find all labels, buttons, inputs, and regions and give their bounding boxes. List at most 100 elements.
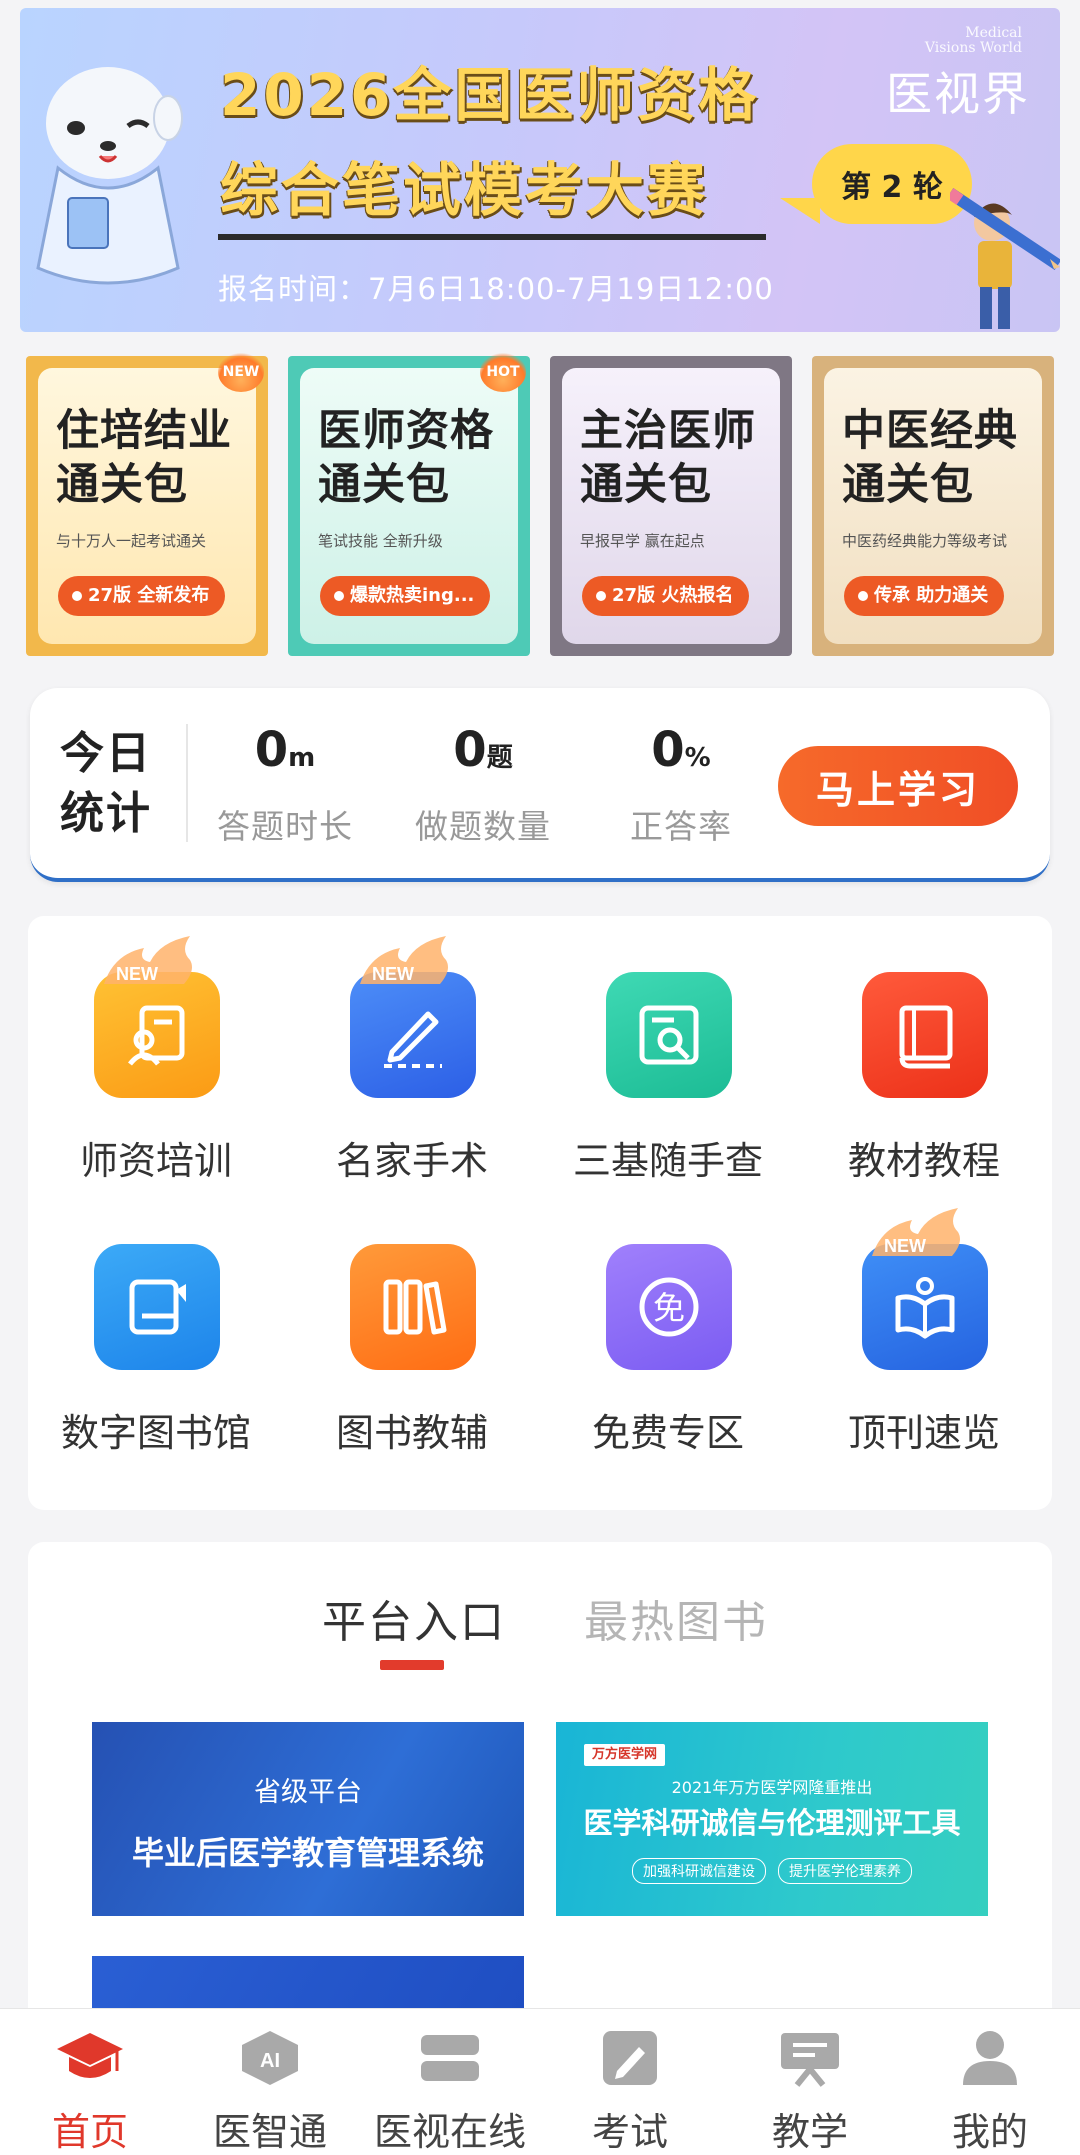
today-stats-title-line2: 统计 [60,788,152,839]
tab-hot-books[interactable]: 最热图书 [584,1586,768,1650]
exam-pack-list: 住培结业 通关包 与十万人一起考试通关 27版 全新发布 NEW 医师资格 通关… [26,352,1054,656]
feature-surgery[interactable]: NEW 名家手术 [284,916,540,1183]
stats-divider [186,724,188,842]
feature-label: 免费专区 [591,1411,744,1455]
pack-title-line2: 通关包 [318,460,450,510]
stat-rate-unit: % [684,743,711,773]
kid-with-pencil-icon [950,188,1060,329]
search-document-icon [606,972,732,1098]
pack-subtitle: 笔试技能 全新升级 [318,532,443,550]
new-badge-text: NEW [372,964,414,984]
seal-mascot-icon [36,67,183,285]
feature-label: 三基随手查 [572,1139,763,1183]
ai-icon: AI [242,2031,298,2085]
card-title: 医学科研诚信与伦理测评工具 [583,1806,961,1840]
brand-tagline-line2: Visions World [924,40,1022,56]
banner-title-line2: 综合笔试模考大赛 [220,156,709,224]
user-profile-icon [963,2031,1017,2085]
stat-duration: 0m 答题时长 [200,722,370,848]
feature-textbooks[interactable]: 教材教程 [796,916,1052,1183]
banner-title-line1: 2026全国医师资格 [220,61,760,129]
stat-accuracy: 0% 正答率 [596,722,766,848]
platform-card-research-integrity[interactable]: 万方医学网 2021年万方医学网隆重推出 医学科研诚信与伦理测评工具 加强科研诚… [556,1722,988,1916]
nav-item-ai[interactable]: AI 医智通 [180,2009,360,2155]
textbook-icon [862,972,988,1098]
app-home-page: Medical Visions World 医视界 2026全国医师资格 综合笔… [0,0,1080,2155]
card-subtitle: 省级平台 [254,1777,362,1808]
round-speech-bubble: 第 2 轮 [812,144,972,224]
pack-title-line1: 住培结业 [56,406,232,456]
nav-label: 医智通 [212,2110,327,2154]
stat-rate-label: 正答率 [630,807,732,846]
nav-item-teaching[interactable]: 教学 [720,2009,900,2155]
pack-card-residency[interactable]: 住培结业 通关包 与十万人一起考试通关 27版 全新发布 NEW [26,352,268,656]
pack-card-tcm-classics[interactable]: 中医经典 通关包 中医药经典能力等级考试 传承 助力通关 [812,356,1054,656]
mock-exam-banner[interactable]: Medical Visions World 医视界 2026全国医师资格 综合笔… [20,8,1060,332]
pack-pill-button[interactable]: 传承 助力通关 [844,576,1005,616]
feature-digital-library[interactable]: 数字图书馆 [28,1188,284,1455]
pack-card-body: 医师资格 通关包 笔试技能 全新升级 爆款热卖ing... [300,368,518,644]
nav-label: 首页 [51,2110,128,2154]
pack-title-line2: 通关包 [842,460,974,510]
stat-question-count: 0题 做题数量 [398,722,568,848]
free-zone-icon: 免 [606,1244,732,1370]
brand-logo: 医视界 [886,67,1030,121]
banner-registration-date: 报名时间：7月6日18:00-7月19日12:00 [218,272,774,306]
pack-title-line1: 医师资格 [318,406,494,456]
card-chip-row: 加强科研诚信建设 提升医学伦理素养 [556,1858,988,1884]
feature-grid: NEW 师资培训 NEW 名家手术 三基随手查 教材教程 数字图书馆 图书教辅 … [28,916,1052,1510]
banner-divider [218,234,766,240]
pack-subtitle: 早报早学 赢在起点 [580,532,705,550]
stat-duration-unit: m [288,743,316,773]
pack-subtitle: 中医药经典能力等级考试 [842,532,1008,550]
brand-tagline-line1: Medical [965,25,1022,41]
online-video-icon [421,2035,479,2081]
feature-free-zone[interactable]: 免 免费专区 [540,1188,796,1455]
nav-label: 我的 [951,2110,1028,2154]
teaching-board-icon [781,2033,839,2087]
nav-item-online[interactable]: 医视在线 [360,2009,540,2155]
new-flame-badge: NEW [872,1208,960,1256]
pack-title: 住培结业 通关包 [38,404,256,512]
new-badge-text: NEW [884,1236,926,1256]
bottom-nav-bar: 首页 AI 医智通 医视在线 考试 教学 我的 [0,2008,1080,2155]
nav-item-home[interactable]: 首页 [0,2009,180,2155]
pack-title: 主治医师 通关包 [562,404,780,512]
platform-card-postgraduate-system[interactable]: 省级平台 毕业后医学教育管理系统 [92,1722,524,1916]
graduation-cap-icon [57,2033,123,2078]
card-chip: 加强科研诚信建设 [632,1858,766,1884]
card-chip: 提升医学伦理素养 [778,1858,912,1884]
pack-title-line2: 通关包 [580,460,712,510]
feature-book-aids[interactable]: 图书教辅 [284,1188,540,1455]
tab-platform-entry[interactable]: 平台入口 [322,1586,506,1650]
wanfang-logo: 万方医学网 [584,1744,666,1766]
speech-bubble-tail [780,198,820,224]
pack-pill-button[interactable]: 27版 全新发布 [58,576,226,616]
today-stats-title: 今日 统计 [60,724,152,844]
stat-count-unit: 题 [486,743,513,773]
new-flame-badge: NEW [218,352,264,392]
pack-pill-button[interactable]: 27版 火热报名 [582,576,750,616]
new-badge-text: NEW [116,964,158,984]
pack-title-line1: 主治医师 [580,406,756,456]
nav-item-profile[interactable]: 我的 [900,2009,1080,2155]
svg-text:AI: AI [260,2050,280,2072]
pack-card-body: 中医经典 通关包 中医药经典能力等级考试 传承 助力通关 [824,368,1042,644]
pack-card-physician-license[interactable]: 医师资格 通关包 笔试技能 全新升级 爆款热卖ing... HOT [288,352,530,656]
feature-journal-preview[interactable]: NEW 顶刊速览 [796,1188,1052,1455]
feature-label: 数字图书馆 [60,1411,251,1455]
nav-item-exam[interactable]: 考试 [540,2009,720,2155]
pack-title: 中医经典 通关包 [824,404,1042,512]
stat-duration-value: 0 [254,722,289,778]
pack-title-line1: 中医经典 [842,406,1018,456]
pack-title: 医师资格 通关包 [300,404,518,512]
feature-teacher-training[interactable]: NEW 师资培训 [28,916,284,1183]
pack-pill-button[interactable]: 爆款热卖ing... [320,576,491,616]
feature-basic-lookup[interactable]: 三基随手查 [540,916,796,1183]
start-learning-button[interactable]: 马上学习 [778,746,1018,826]
platform-card-partial[interactable] [92,1956,524,2016]
new-flame-badge: NEW [104,936,192,984]
feature-label: 教材教程 [847,1139,1000,1183]
hot-flame-badge: HOT [480,352,526,392]
pack-card-attending[interactable]: 主治医师 通关包 早报早学 赢在起点 27版 火热报名 [550,356,792,656]
